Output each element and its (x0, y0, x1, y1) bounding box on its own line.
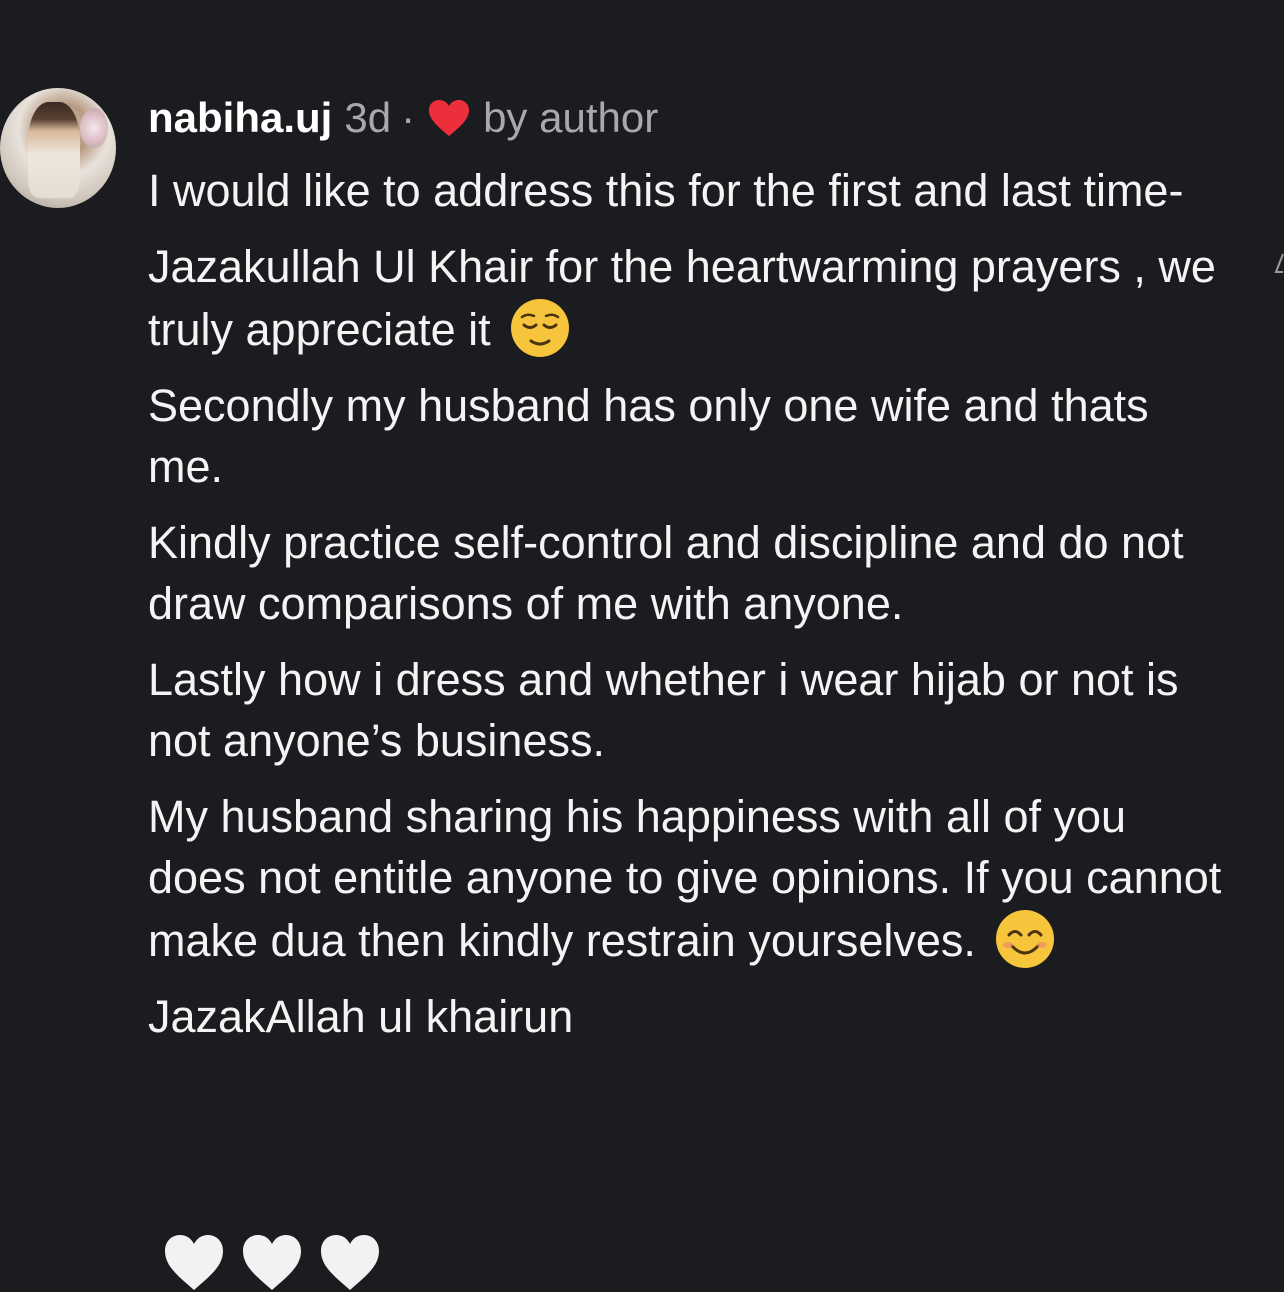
white-heart-emoji (321, 1235, 379, 1290)
comment-paragraph: I would like to address this for the fir… (148, 165, 1184, 216)
edge-fragment (1274, 253, 1284, 273)
liked-by-author-label: by author (483, 94, 659, 141)
smiling-face-emoji (996, 910, 1055, 968)
username[interactable]: nabiha.uj (148, 94, 332, 142)
comment-body: I would like to address this for the fir… (148, 160, 1228, 1062)
comment-header: nabiha.uj 3d · by author (148, 92, 658, 144)
white-hearts-row (162, 1232, 382, 1292)
comment-paragraph: My husband sharing his happiness with al… (148, 786, 1228, 971)
comment-paragraph: Jazakullah Ul Khair for the heartwarming… (148, 236, 1228, 360)
comment-paragraph: Secondly my husband has only one wife an… (148, 380, 1149, 492)
separator: · (401, 94, 416, 141)
avatar-figure (28, 102, 80, 198)
avatar-flowers (80, 108, 108, 148)
red-heart-icon (429, 100, 470, 136)
white-heart-emoji (243, 1235, 301, 1290)
comment-paragraph: JazakAllah ul khairun (148, 991, 574, 1042)
comment-paragraph: Lastly how i dress and whether i wear hi… (148, 654, 1179, 766)
comment-paragraph: Kindly practice self-control and discipl… (148, 517, 1184, 629)
avatar[interactable] (0, 88, 116, 208)
comment: nabiha.uj 3d · by author I would like to… (0, 0, 1284, 1290)
timestamp: 3d (344, 94, 392, 141)
white-heart-emoji (165, 1235, 223, 1290)
relieved-face-emoji (511, 299, 570, 357)
